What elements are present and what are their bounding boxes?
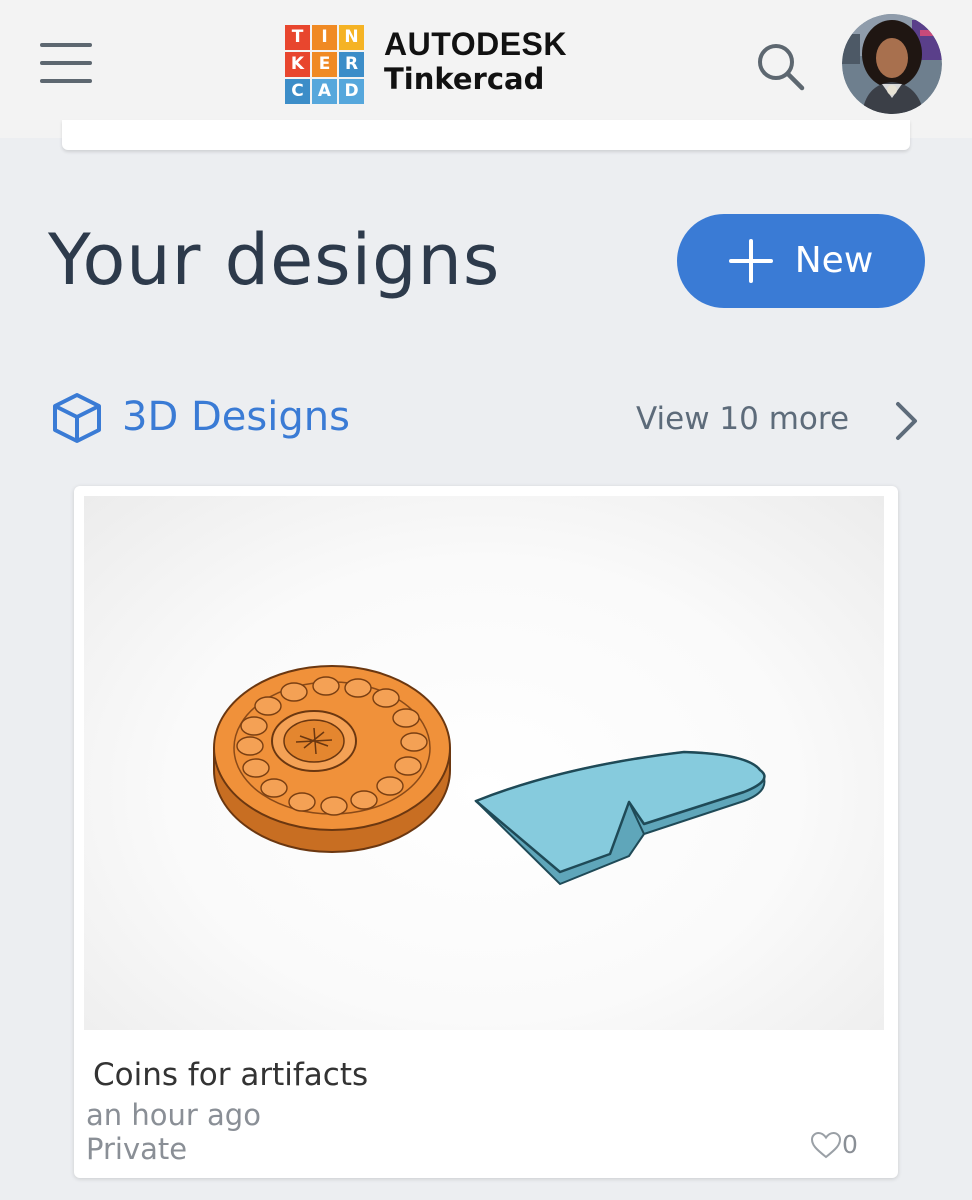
- page-title: Your designs: [48, 219, 501, 301]
- logo-letter: C: [285, 79, 310, 104]
- section-title-3d-designs[interactable]: 3D Designs: [122, 393, 350, 441]
- menu-line: [40, 79, 92, 83]
- plus-icon: [728, 239, 773, 283]
- coin-model: [213, 665, 451, 853]
- hamburger-menu-icon[interactable]: [40, 43, 94, 85]
- avatar[interactable]: [842, 14, 942, 114]
- design-card[interactable]: Coins for artifacts an hour ago Private …: [74, 486, 898, 1178]
- like-count: 0: [842, 1130, 858, 1159]
- view-more-link[interactable]: View 10 more: [636, 400, 849, 438]
- brand-product: Tinkercad: [384, 62, 545, 96]
- top-bar: T I N K E R C A D AUTODESK Tinkercad: [0, 0, 972, 138]
- new-button-label: New: [794, 240, 874, 281]
- new-design-button[interactable]: New: [677, 214, 925, 308]
- design-updated-time: an hour ago: [86, 1098, 261, 1132]
- arrow-shape-model: [474, 750, 766, 886]
- logo-letter: E: [312, 52, 337, 77]
- logo-letter: N: [339, 25, 364, 50]
- logo-letter: R: [339, 52, 364, 77]
- logo-letter: D: [339, 79, 364, 104]
- menu-line: [40, 61, 92, 65]
- like-button[interactable]: 0: [810, 1130, 858, 1160]
- logo-letter: T: [285, 25, 310, 50]
- menu-line: [40, 43, 92, 47]
- previous-card-edge: [62, 120, 910, 150]
- tinkercad-logo[interactable]: T I N K E R C A D: [285, 25, 366, 104]
- chevron-right-icon[interactable]: [890, 398, 922, 444]
- design-title[interactable]: Coins for artifacts: [93, 1056, 368, 1094]
- brand-name[interactable]: AUTODESK Tinkercad: [384, 26, 567, 96]
- brand-company: AUTODESK: [384, 26, 567, 62]
- cube-icon: [50, 392, 104, 444]
- heart-icon: [810, 1131, 842, 1159]
- design-thumbnail[interactable]: [84, 496, 884, 1030]
- logo-letter: A: [312, 79, 337, 104]
- design-visibility: Private: [86, 1132, 188, 1166]
- logo-letter: I: [312, 25, 337, 50]
- logo-letter: K: [285, 52, 310, 77]
- search-icon[interactable]: [752, 38, 808, 94]
